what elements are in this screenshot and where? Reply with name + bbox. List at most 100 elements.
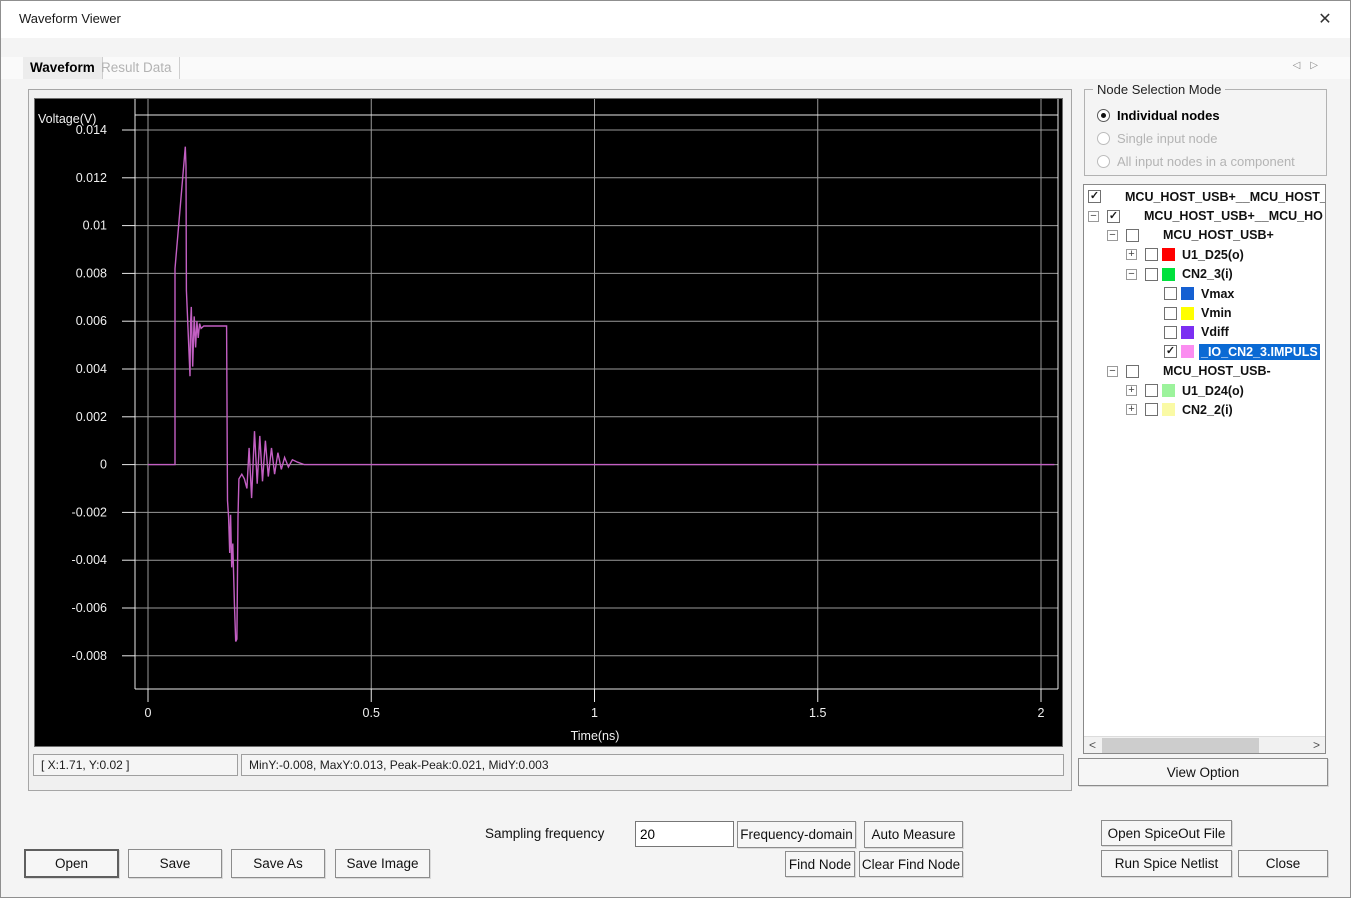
view-option-button[interactable]: View Option (1078, 758, 1328, 786)
tree-checkbox[interactable] (1126, 364, 1139, 378)
y-tick-label: 0.008 (76, 266, 107, 280)
close-button[interactable]: Close (1238, 850, 1328, 877)
collapse-icon[interactable]: − (1088, 210, 1099, 222)
radio-label: Single input node (1117, 130, 1218, 146)
tree-item-mcu-host-usb-[interactable]: − MCU_HOST_USB+ (1084, 226, 1325, 245)
x-tick-label: 0 (145, 706, 152, 720)
scroll-right-icon[interactable]: > (1308, 737, 1325, 753)
tab-result-data[interactable]: Result Data (94, 57, 180, 79)
x-tick-label: 1 (591, 706, 598, 720)
radio-circle-icon (1097, 154, 1110, 168)
save-button[interactable]: Save (128, 849, 222, 878)
plot-panel: 0.014 0.012 0.01 0.008 0.006 0.004 0.002 0 -0.00… (28, 89, 1072, 791)
tree-item-cn2-2-i-[interactable]: + CN2_2(i) (1084, 400, 1325, 419)
y-tick-label: 0.01 (83, 219, 107, 233)
sampling-frequency-label: Sampling frequency (485, 826, 605, 841)
tree-item-label[interactable]: CN2_2(i) (1180, 402, 1235, 418)
radio-circle-icon[interactable] (1097, 108, 1110, 122)
frequency-domain-button[interactable]: Frequency-domain (737, 821, 856, 848)
x-tick-label: 1.5 (809, 706, 826, 720)
tree-item-vmax[interactable]: Vmax (1084, 284, 1325, 303)
y-tick-label: 0.002 (76, 410, 107, 424)
tree-item-label[interactable]: U1_D24(o) (1180, 383, 1246, 399)
tree-checkbox[interactable] (1145, 403, 1158, 417)
tree-item-mcu-host-usb-mcu-ho[interactable]: − ✓ MCU_HOST_USB+__MCU_HO (1084, 206, 1325, 225)
auto-measure-button[interactable]: Auto Measure (864, 821, 963, 848)
open-button[interactable]: Open (24, 849, 119, 878)
clear-find-node-button[interactable]: Clear Find Node (859, 851, 963, 877)
tree-checkbox[interactable] (1145, 248, 1158, 262)
tree-item-cn2-3-i-[interactable]: − CN2_3(i) (1084, 265, 1325, 284)
node-tree: ✓ MCU_HOST_USB+__MCU_HOST_ − ✓ MCU_HOST_USB+… (1083, 184, 1326, 754)
save-image-button[interactable]: Save Image (335, 849, 430, 878)
tree-horizontal-scrollbar[interactable]: < > (1084, 736, 1325, 753)
radio-individual-nodes[interactable]: Individual nodes (1097, 107, 1220, 123)
radio-label: All input nodes in a component (1117, 153, 1295, 169)
y-tick-label: -0.006 (72, 601, 107, 615)
y-tick-label: -0.004 (72, 553, 107, 567)
tree-item-label[interactable]: Vmax (1199, 286, 1236, 302)
waveform-plot[interactable]: 0.014 0.012 0.01 0.008 0.006 0.004 0.002 0 -0.00… (34, 98, 1063, 747)
y-tick-label: -0.002 (72, 505, 107, 519)
tree-item-label[interactable]: MCU_HOST_USB+__MCU_HOST_ (1123, 189, 1325, 205)
sampling-frequency-input[interactable] (635, 821, 734, 847)
collapse-icon[interactable]: − (1107, 365, 1118, 377)
tree-checkbox[interactable] (1164, 287, 1177, 301)
collapse-icon[interactable]: − (1107, 229, 1118, 241)
color-swatch (1162, 403, 1175, 417)
tree-checkbox[interactable]: ✓ (1107, 209, 1120, 223)
tree-item-label[interactable]: MCU_HOST_USB+__MCU_HO (1142, 208, 1325, 224)
tree-checkbox[interactable] (1164, 325, 1177, 339)
tree-item-label[interactable]: MCU_HOST_USB- (1161, 363, 1273, 379)
tree-checkbox[interactable] (1164, 306, 1177, 320)
tree-checkbox[interactable] (1126, 228, 1139, 242)
tree-item-label[interactable]: MCU_HOST_USB+ (1161, 227, 1276, 243)
tree-item-mcu-host-usb-[interactable]: − MCU_HOST_USB- (1084, 362, 1325, 381)
tab-scroll-right-icon[interactable]: ▷ (1310, 60, 1328, 71)
waveform-chart[interactable]: 0.0140.0120.010.0080.0060.0040.0020-0.00… (35, 99, 1062, 746)
tree-item-u1-d24-o-[interactable]: + U1_D24(o) (1084, 381, 1325, 400)
tree-item--io-cn2-3-impuls[interactable]: ✓ _IO_CN2_3.IMPULS (1084, 342, 1325, 361)
scroll-left-icon[interactable]: < (1084, 737, 1101, 753)
save-as-button[interactable]: Save As (231, 849, 325, 878)
measurement-status: MinY:-0.008, MaxY:0.013, Peak-Peak:0.021… (241, 754, 1064, 776)
waveform-viewer-window: Waveform Viewer ✕ Waveform Result Data ◁… (0, 0, 1351, 898)
node-selection-mode-group: Node Selection Mode Individual nodes Sing… (1084, 82, 1327, 176)
collapse-icon[interactable]: − (1126, 268, 1137, 280)
tree-item-vmin[interactable]: Vmin (1084, 303, 1325, 322)
tree-checkbox[interactable] (1145, 267, 1158, 281)
tree-item-label[interactable]: Vdiff (1199, 324, 1231, 340)
tree-item-label[interactable]: Vmin (1199, 305, 1234, 321)
tab-waveform[interactable]: Waveform (23, 57, 103, 79)
run-spice-netlist-button[interactable]: Run Spice Netlist (1101, 850, 1232, 877)
expand-icon[interactable]: + (1126, 385, 1137, 397)
expand-icon[interactable]: + (1126, 249, 1137, 261)
tree-checkbox[interactable] (1145, 384, 1158, 398)
close-icon[interactable]: ✕ (1314, 9, 1336, 29)
tree-checkbox[interactable]: ✓ (1088, 190, 1101, 204)
y-tick-label: 0.006 (76, 314, 107, 328)
swatch-placeholder (1124, 210, 1137, 223)
color-swatch (1162, 248, 1175, 262)
tree-item-mcu-host-usb-mcu-host-[interactable]: ✓ MCU_HOST_USB+__MCU_HOST_ (1084, 187, 1325, 206)
y-tick-label: -0.008 (72, 649, 107, 663)
tree-item-label[interactable]: CN2_3(i) (1180, 266, 1235, 282)
y-tick-label: 0 (100, 458, 107, 472)
x-tick-label: 2 (1038, 706, 1045, 720)
radio-all-input-nodes-in-a-component: All input nodes in a component (1097, 153, 1295, 169)
tree-item-vdiff[interactable]: Vdiff (1084, 323, 1325, 342)
expand-icon[interactable]: + (1126, 404, 1137, 416)
tab-scroll-arrows: ◁▷ (1293, 60, 1328, 71)
tree-item-u1-d25-o-[interactable]: + U1_D25(o) (1084, 245, 1325, 264)
find-node-button[interactable]: Find Node (785, 851, 855, 877)
radio-circle-icon (1097, 131, 1110, 145)
swatch-placeholder (1143, 229, 1156, 242)
tree-item-label[interactable]: U1_D25(o) (1180, 247, 1246, 263)
y-tick-label: 0.012 (76, 171, 107, 185)
tree-checkbox[interactable]: ✓ (1164, 345, 1177, 359)
color-swatch (1162, 384, 1175, 398)
tree-item-label[interactable]: _IO_CN2_3.IMPULS (1199, 343, 1320, 360)
scrollbar-thumb[interactable] (1102, 738, 1259, 753)
tab-scroll-left-icon[interactable]: ◁ (1293, 60, 1311, 71)
open-spiceout-file-button[interactable]: Open SpiceOut File (1101, 820, 1232, 846)
